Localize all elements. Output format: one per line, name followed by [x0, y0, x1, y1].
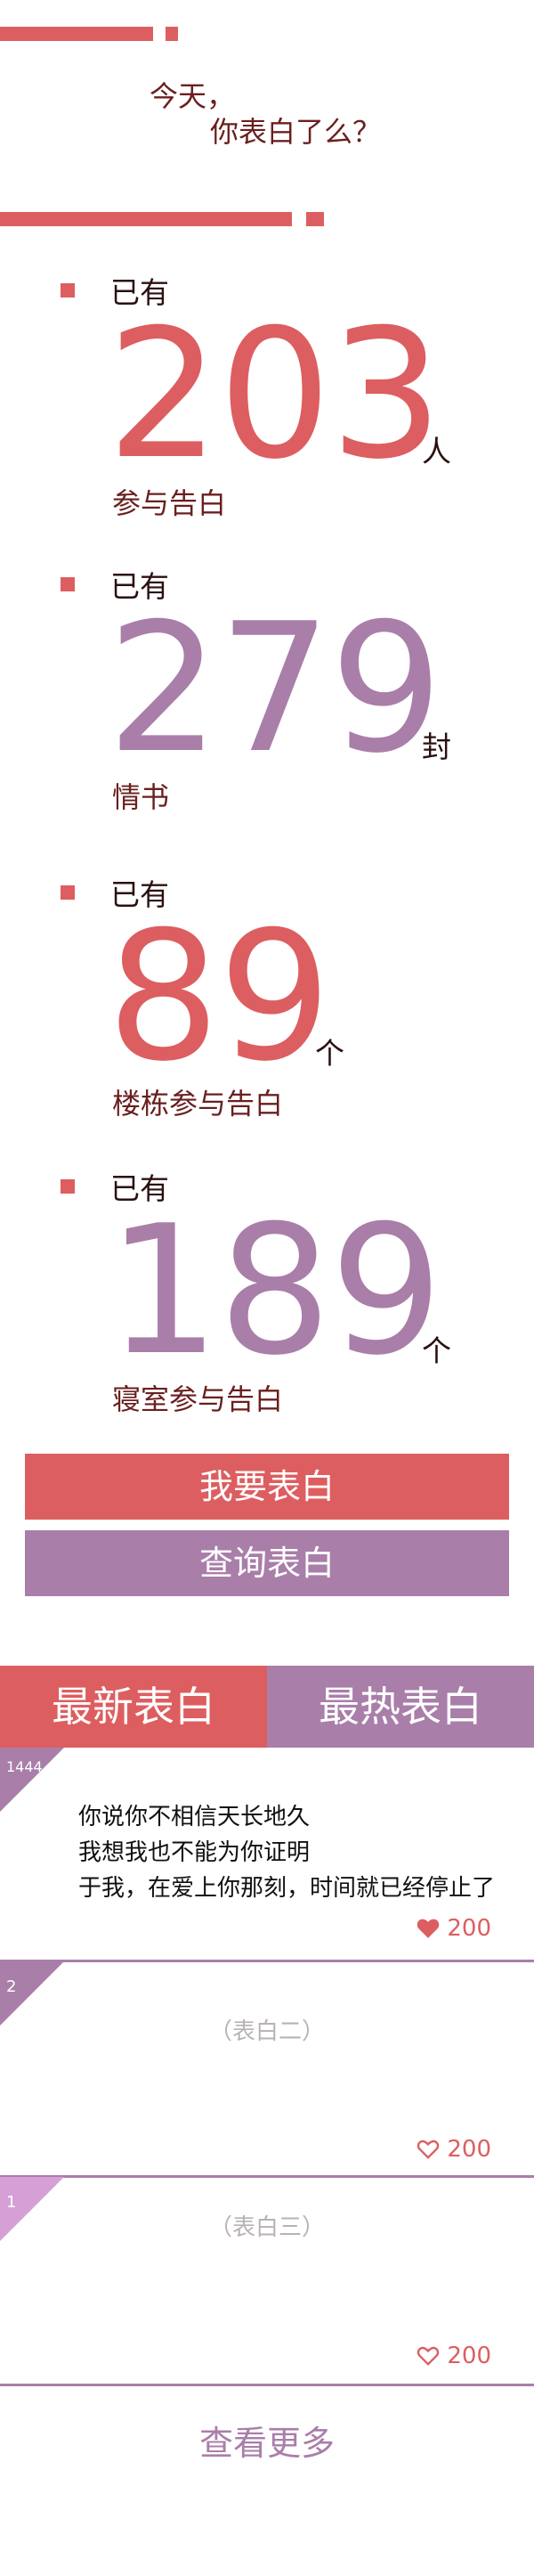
heart-outline-icon: [417, 2346, 440, 2366]
stat-bullet: [61, 283, 75, 298]
stat-number: 279: [107, 585, 443, 793]
like-button[interactable]: 200: [417, 2136, 491, 2163]
stat-unit: 人: [422, 434, 451, 469]
confession-card: 1444 你说你不相信天长地久 我想我也不能为你证明 于我，在爱上你那刻，时间就…: [0, 1748, 534, 1962]
stat-bullet: [61, 577, 75, 591]
stat-unit: 封: [422, 730, 451, 764]
card-corner-badge: [0, 1748, 64, 1812]
stat-unit: 个: [422, 1333, 451, 1368]
like-count: 200: [447, 2136, 491, 2163]
tab-latest[interactable]: 最新表白: [0, 1666, 267, 1748]
heart-outline-icon: [417, 2140, 440, 2159]
card-message-line: 你说你不相信天长地久: [78, 1804, 311, 1830]
stat-number: 203: [107, 291, 443, 499]
heart-filled-icon: [417, 1919, 440, 1938]
stat-bullet: [61, 1179, 75, 1194]
card-divider: [0, 2384, 534, 2386]
hero-line-2: 你表白了么？: [210, 115, 382, 149]
like-count: 200: [447, 1915, 491, 1942]
card-placeholder: （表白三）: [208, 2214, 325, 2241]
card-message-line: 于我，在爱上你那刻，时间就已经停止了: [78, 1875, 496, 1902]
top-deco-bar-long: [0, 27, 153, 41]
card-placeholder: （表白二）: [208, 2018, 325, 2045]
mid-deco-bar-short: [306, 212, 324, 226]
query-button[interactable]: 查询表白: [25, 1530, 509, 1596]
stat-unit: 个: [315, 1036, 344, 1071]
confess-button[interactable]: 我要表白: [25, 1454, 509, 1520]
stat-label: 楼栋参与告白: [112, 1087, 284, 1121]
stat-label: 参与告白: [112, 486, 227, 520]
like-button[interactable]: 200: [417, 2343, 491, 2369]
stat-number: 189: [107, 1187, 443, 1395]
like-count: 200: [447, 2343, 491, 2369]
top-deco-bar-short: [166, 27, 178, 41]
card-message-line: 我想我也不能为你证明: [78, 1839, 311, 1866]
stat-number: 89: [107, 893, 331, 1101]
view-more-link[interactable]: 查看更多: [0, 2416, 534, 2465]
stat-label: 情书: [112, 780, 170, 814]
card-id: 2: [6, 1977, 17, 1996]
hero-line-1: 今天，: [150, 79, 236, 113]
card-id: 1444: [6, 1758, 43, 1775]
stat-bullet: [61, 885, 75, 900]
confession-card: 1 （表白三） 200: [0, 2177, 534, 2387]
like-button[interactable]: 200: [417, 1915, 491, 1942]
tab-hottest[interactable]: 最热表白: [267, 1666, 534, 1748]
confession-card: 2 （表白二） 200: [0, 1961, 534, 2178]
stat-label: 寝室参与告白: [112, 1382, 284, 1416]
mid-deco-bar-long: [0, 212, 292, 226]
